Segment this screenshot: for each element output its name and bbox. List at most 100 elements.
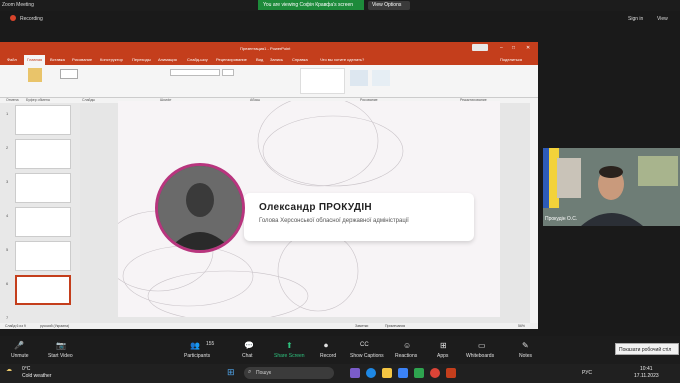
weather-icon[interactable]: ☁ bbox=[6, 366, 12, 373]
participant-count: 155 bbox=[206, 341, 215, 347]
slide-counter: Слайд 6 из 9 bbox=[5, 324, 26, 328]
group-undo: Отмена bbox=[6, 98, 19, 102]
record-button[interactable]: Record bbox=[320, 353, 336, 359]
name-card bbox=[244, 193, 474, 241]
arrange-icon[interactable] bbox=[350, 70, 368, 86]
view-options-button[interactable]: View Options bbox=[368, 1, 410, 10]
slide-thumbnail-pane[interactable]: 1 2 3 4 5 6 7 bbox=[0, 103, 80, 323]
share-screen-icon[interactable]: ⬆ bbox=[286, 341, 293, 350]
share-button[interactable]: Поделиться bbox=[500, 57, 522, 62]
search-icon: ⌕ bbox=[248, 369, 252, 375]
new-slide-icon[interactable] bbox=[60, 69, 78, 79]
app-icon[interactable] bbox=[414, 368, 424, 378]
chrome-icon[interactable] bbox=[430, 368, 440, 378]
slide-thumbnail[interactable] bbox=[15, 173, 71, 203]
participants-icon[interactable]: 👥 bbox=[190, 341, 200, 350]
chat-button[interactable]: Chat bbox=[242, 353, 253, 359]
tab-file[interactable]: Файл bbox=[7, 57, 17, 62]
sign-in-button[interactable]: Sign in bbox=[628, 16, 643, 22]
reactions-button[interactable]: Reactions bbox=[395, 353, 417, 359]
speaker-photo bbox=[155, 163, 245, 253]
close-icon[interactable]: ✕ bbox=[526, 45, 530, 51]
apps-button[interactable]: Apps bbox=[437, 353, 448, 359]
speaker-title: Голова Херсонської обласної державної ад… bbox=[259, 218, 409, 224]
paste-icon[interactable] bbox=[28, 68, 42, 82]
zoom-control-bar: 🎤 Unmute 📷 Start Video 👥 155 Participant… bbox=[0, 336, 680, 364]
windows-taskbar: ☁ 0°C Cold weather ⊞ РУС 10:41 17.11.202… bbox=[0, 364, 680, 383]
slide-thumbnail[interactable] bbox=[15, 105, 71, 135]
quick-styles-icon[interactable] bbox=[372, 70, 390, 86]
slide-thumbnail-selected[interactable] bbox=[15, 275, 71, 305]
clock-date[interactable]: 17.11.2023 bbox=[634, 373, 659, 379]
window-title: Zoom Meeting bbox=[2, 2, 34, 8]
account-button[interactable] bbox=[472, 44, 488, 51]
explorer-icon[interactable] bbox=[382, 368, 392, 378]
tab-insert[interactable]: Вставка bbox=[50, 57, 65, 62]
taskbar-search[interactable]: ⌕ Пошук bbox=[244, 367, 334, 379]
weather-temp: 0°C bbox=[22, 366, 31, 372]
group-clipboard: Буфер обмена bbox=[26, 98, 50, 102]
share-screen-button[interactable]: Share Screen bbox=[274, 353, 305, 359]
start-video-button[interactable]: Start Video bbox=[48, 353, 73, 359]
show-desktop-tooltip: Показати робочий стіл bbox=[615, 343, 679, 355]
language-indicator: русский (Украина) bbox=[40, 324, 70, 328]
ribbon-home bbox=[0, 65, 538, 98]
notes-icon[interactable]: ✎ bbox=[522, 341, 529, 350]
tab-record[interactable]: Запись bbox=[270, 57, 283, 62]
whiteboards-button[interactable]: Whiteboards bbox=[466, 353, 494, 359]
record-icon[interactable]: ⏺ bbox=[324, 341, 328, 351]
powerpoint-icon[interactable] bbox=[446, 368, 456, 378]
tab-slideshow[interactable]: Слайд-шоу bbox=[187, 57, 208, 62]
chat-icon[interactable]: 💬 bbox=[244, 341, 254, 350]
tab-transitions[interactable]: Переходы bbox=[132, 57, 151, 62]
taskview-icon[interactable] bbox=[350, 368, 360, 378]
ppt-status-bar: Слайд 6 из 9 русский (Украина) Заметки П… bbox=[0, 323, 538, 329]
clock-time[interactable]: 10:41 bbox=[640, 366, 653, 372]
tab-view[interactable]: Вид bbox=[256, 57, 263, 62]
apps-icon[interactable]: ⊞ bbox=[440, 341, 447, 350]
speaker-name: Олександр ПРОКУДІН bbox=[259, 202, 372, 213]
store-icon[interactable] bbox=[398, 368, 408, 378]
show-captions-button[interactable]: Show Captions bbox=[350, 353, 384, 359]
slide-thumbnail[interactable] bbox=[15, 241, 71, 271]
participant-video[interactable] bbox=[543, 148, 680, 226]
language-indicator-taskbar[interactable]: РУС bbox=[582, 370, 592, 376]
search-placeholder: Пошук bbox=[256, 370, 272, 376]
maximize-icon[interactable]: □ bbox=[512, 45, 515, 51]
zoom-level[interactable]: 56% bbox=[518, 324, 525, 328]
share-banner: You are viewing Софія Кравфа's screen bbox=[258, 0, 364, 10]
video-icon[interactable]: 📷 bbox=[56, 341, 66, 350]
participants-button[interactable]: Participants bbox=[184, 353, 210, 359]
tab-home[interactable]: Главная bbox=[24, 55, 46, 65]
recording-label: Recording bbox=[20, 16, 43, 22]
start-icon[interactable]: ⊞ bbox=[227, 367, 235, 378]
participant-name: Прокудін О.С. bbox=[545, 216, 578, 222]
captions-icon[interactable]: CC bbox=[360, 342, 369, 348]
ribbon-tabs: Файл Главная Вставка Рисование Конструкт… bbox=[0, 54, 538, 65]
tab-help[interactable]: Справка bbox=[292, 57, 308, 62]
font-size-select[interactable] bbox=[222, 69, 234, 76]
font-name-select[interactable] bbox=[170, 69, 220, 76]
unmute-button[interactable]: Unmute bbox=[11, 353, 29, 359]
whiteboards-icon[interactable]: ▭ bbox=[478, 341, 486, 350]
tab-draw[interactable]: Рисование bbox=[72, 57, 92, 62]
notes-button[interactable]: Заметки bbox=[355, 324, 368, 328]
tab-review[interactable]: Рецензирование bbox=[216, 57, 247, 62]
tab-design[interactable]: Конструктор bbox=[100, 57, 123, 62]
tell-me-search[interactable]: Что вы хотите сделать? bbox=[320, 57, 364, 62]
slide-thumbnail[interactable] bbox=[15, 139, 71, 169]
tab-animations[interactable]: Анимация bbox=[158, 57, 177, 62]
reactions-icon[interactable]: ☺ bbox=[403, 341, 411, 350]
ppt-title-bar: Презентация1 - PowerPoint – □ ✕ bbox=[0, 42, 538, 54]
minimize-icon[interactable]: – bbox=[500, 45, 503, 51]
microphone-icon[interactable]: 🎤 bbox=[14, 341, 24, 350]
shapes-gallery[interactable] bbox=[300, 68, 345, 94]
notes-button-zoom[interactable]: Notes bbox=[519, 353, 532, 359]
recording-icon bbox=[10, 15, 16, 21]
edge-icon[interactable] bbox=[366, 368, 376, 378]
group-slides: Слайды bbox=[82, 98, 96, 102]
slide-thumbnail[interactable] bbox=[15, 207, 71, 237]
comments-button[interactable]: Примечания bbox=[385, 324, 405, 328]
ppt-window-title: Презентация1 - PowerPoint bbox=[240, 46, 291, 51]
view-button[interactable]: View bbox=[657, 16, 668, 22]
